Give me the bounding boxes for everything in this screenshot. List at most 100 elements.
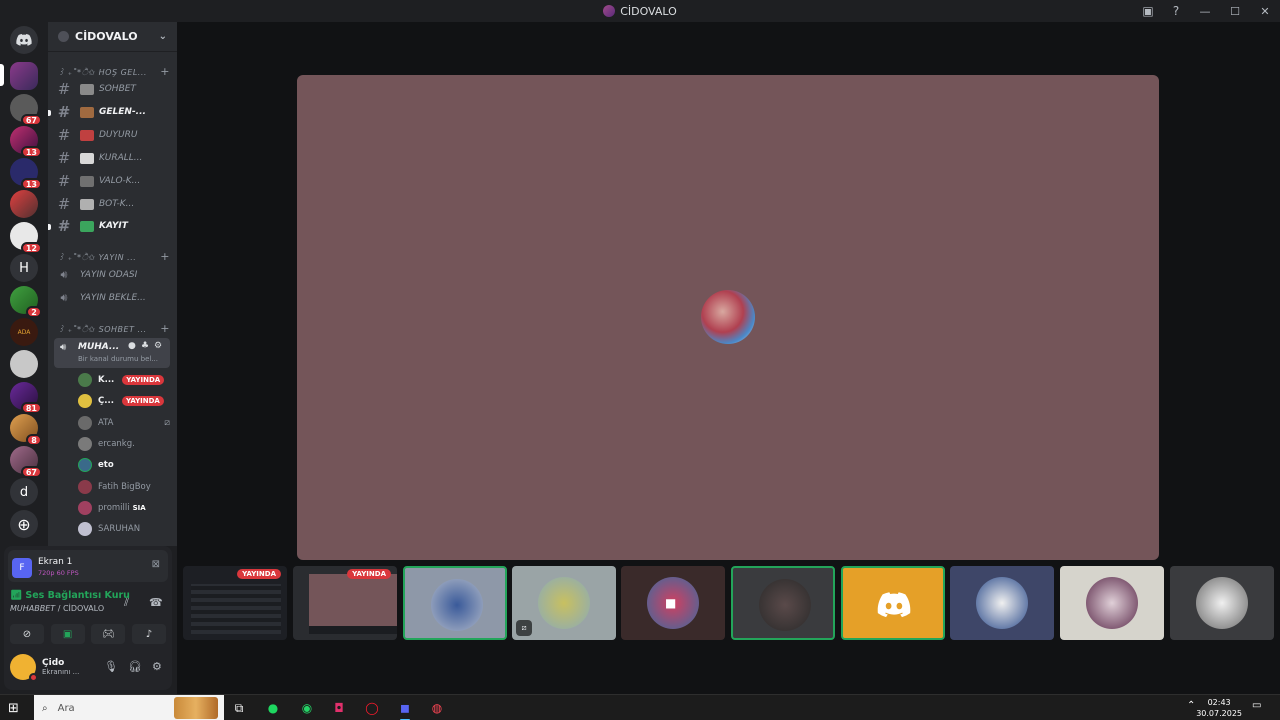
server-cidovalo[interactable] [10, 62, 38, 90]
voice-member[interactable]: Ç... YAYINDA [78, 393, 170, 409]
server-13[interactable]: 67 [10, 446, 42, 478]
voice-channel-yayin-bekleme[interactable]: 🔊︎ YAYIN BEKLE... [56, 288, 172, 308]
hash-icon: # [57, 103, 71, 121]
member-name: Fatih BigBoy [98, 482, 151, 492]
windows-start-icon[interactable]: ⊞ [8, 701, 19, 716]
add-server-icon[interactable]: ⊕ [10, 510, 38, 538]
stream-tile[interactable]: YAYINDA [293, 566, 397, 640]
stream-tile[interactable]: YAYINDA [183, 566, 287, 640]
server-ada[interactable]: ADA [10, 318, 38, 346]
camera-off-button[interactable]: ⊘ [10, 624, 44, 644]
voice-member[interactable]: K... YAYINDA [78, 372, 170, 388]
whatsapp-icon[interactable]: ◉ [296, 698, 318, 718]
channel-kayit[interactable]: # KAYIT [56, 216, 172, 236]
add-channel-icon[interactable]: + [160, 250, 170, 263]
participant-tile[interactable] [841, 566, 945, 640]
avatar [431, 579, 483, 631]
screen-share-button[interactable]: ▣ [50, 624, 85, 644]
task-view-icon[interactable]: ⧉ [228, 698, 250, 718]
voice-member[interactable]: eto [78, 457, 170, 473]
inbox-icon[interactable]: ▣ [1134, 0, 1162, 22]
participant-tile[interactable] [731, 566, 835, 640]
server-d[interactable]: d [10, 478, 38, 506]
server-11[interactable]: 81 [10, 382, 42, 414]
close-button[interactable]: ✕ [1250, 0, 1280, 22]
server-2[interactable]: 67 [10, 94, 42, 126]
server-8[interactable]: 2 [10, 286, 42, 318]
channel-sohbet[interactable]: # SOHBET [56, 79, 172, 99]
hash-icon: # [57, 217, 71, 235]
channel-valo-k[interactable]: # VALO-K... [56, 171, 172, 191]
member-name: ATA [98, 418, 114, 428]
megaphone-emoji-icon [80, 129, 94, 141]
taskbar-search[interactable]: ⌕ Ara [34, 695, 224, 720]
hash-icon: # [57, 195, 71, 213]
notifications-icon[interactable]: ▭ [1252, 700, 1261, 711]
server-3[interactable]: 13 [10, 126, 42, 158]
participant-tile[interactable] [403, 566, 507, 640]
category-yayin[interactable]: ꒱ ₊˚*ੈ✩ YAYIN ... + [58, 250, 170, 263]
voice-channel-muhabbet[interactable]: 🔊︎ MUHA... Bir kanal durumu bel... ● ♣ ⚙ [54, 338, 170, 368]
voice-location[interactable]: MUHABBET / CİDOVALO [10, 604, 104, 613]
headphones-icon[interactable]: 🎧︎ [128, 660, 142, 673]
stream-preview-taskbar [309, 626, 397, 634]
opera-icon[interactable]: ◯ [361, 698, 383, 718]
add-channel-icon[interactable]: + [160, 322, 170, 335]
discord-taskbar-icon[interactable]: ◼ [394, 698, 416, 720]
server-5[interactable] [10, 190, 38, 218]
channel-duyuru[interactable]: # DUYURU [56, 125, 172, 145]
voice-member[interactable]: ATA ⧄ [78, 415, 170, 431]
voice-member[interactable]: Fatih BigBoy [78, 479, 170, 495]
server-4[interactable]: 13 [10, 158, 42, 190]
screen-share-card[interactable]: F Ekran 1 720p 60 FPS ⊠ [8, 550, 168, 582]
instagram-icon[interactable]: ◘ [328, 698, 350, 718]
server-letter: d [19, 484, 29, 500]
stop-stream-icon[interactable]: ⊠ [152, 559, 160, 570]
chat-bubble-icon[interactable]: ● [128, 341, 136, 351]
server-10[interactable] [10, 350, 38, 378]
participant-tile[interactable] [950, 566, 1054, 640]
maximize-button[interactable]: ☐ [1220, 0, 1250, 22]
microphone-icon[interactable]: 🎙︎ [104, 660, 118, 673]
channel-bot-k[interactable]: # BOT-K... [56, 194, 172, 214]
channel-gelen[interactable]: # GELEN-... [56, 102, 172, 122]
avatar [78, 501, 92, 515]
focused-participant-tile[interactable] [297, 75, 1159, 560]
system-clock[interactable]: 02:43 30.07.2025 [1196, 697, 1242, 719]
participant-tile[interactable] [1060, 566, 1164, 640]
voice-controls: ⊘ ▣ 🎮︎ ♪ [10, 624, 166, 644]
voice-member[interactable]: promilli SIA [78, 500, 170, 516]
add-channel-icon[interactable]: + [160, 65, 170, 78]
participant-tile[interactable]: ■ [621, 566, 725, 640]
valorant-icon[interactable]: ◍ [426, 698, 448, 718]
spotify-icon[interactable]: ● [262, 698, 284, 718]
participant-tile[interactable] [1170, 566, 1274, 640]
help-icon[interactable]: ? [1162, 0, 1190, 22]
server-header[interactable]: CİDOVALO ⌄ [48, 22, 177, 52]
participant-tile[interactable]: ⧄ [512, 566, 616, 640]
voice-member[interactable]: ercankg. [78, 436, 170, 452]
voice-connected-status[interactable]: 📶︎ Ses Bağlantısı Kuru [10, 590, 130, 601]
voice-server-name: / CİDOVALO [55, 604, 105, 613]
category-sohbet[interactable]: ꒱ ₊˚*ੈ✩ SOHBET ... + [58, 322, 170, 335]
live-badge: YAYINDA [347, 569, 391, 579]
soundboard-button[interactable]: ♪ [131, 624, 166, 644]
home-discord-icon[interactable] [10, 26, 38, 54]
voice-channel-yayin-odasi[interactable]: 🔊︎ YAYIN ODASI [56, 265, 172, 285]
tray-chevron-up-icon[interactable]: ⌃ [1187, 700, 1195, 711]
minimize-button[interactable]: — [1190, 0, 1220, 22]
noise-suppression-icon[interactable]: ⫽ [124, 596, 129, 610]
activity-button[interactable]: 🎮︎ [91, 624, 126, 644]
user-info[interactable]: Çido Ekranını ... 🎙︎ 🎧︎ ⚙ [8, 650, 168, 684]
server-h[interactable]: H [10, 254, 38, 282]
channel-label: YAYIN ODASI [80, 270, 138, 280]
invite-user-icon[interactable]: ♣ [141, 341, 149, 351]
voice-member[interactable]: SARUHAN [78, 521, 170, 537]
disconnect-icon[interactable]: ☎ [149, 596, 163, 609]
category-hos-geldin[interactable]: ꒱ ₊˚*ੈ✩ HOŞ GEL... + [58, 65, 170, 78]
server-6[interactable]: 12 [10, 222, 42, 254]
settings-gear-icon[interactable]: ⚙ [152, 660, 162, 673]
server-12[interactable]: 8 [10, 414, 42, 446]
gear-icon[interactable]: ⚙ [154, 341, 162, 351]
channel-kurallar[interactable]: # KURALL... [56, 148, 172, 168]
